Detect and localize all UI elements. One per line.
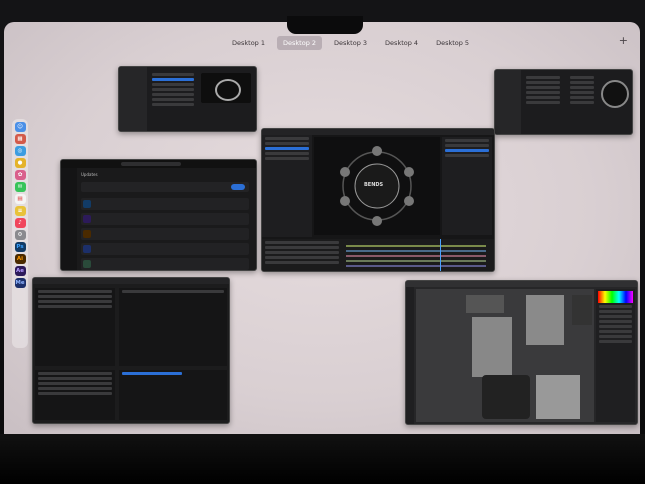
space-desktop-1[interactable]: Desktop 1 (226, 36, 271, 50)
me-media-browser (35, 288, 115, 366)
finder-preview-image (201, 73, 251, 103)
finder-sidebar (119, 67, 147, 131)
launchpad-icon[interactable]: ▦ (14, 134, 26, 144)
update-button[interactable] (231, 184, 245, 190)
add-space-button[interactable]: + (619, 34, 628, 47)
spaces-bar: Desktop 1 Desktop 2 Desktop 3 Desktop 4 … (226, 36, 475, 50)
finder-preview-window[interactable] (118, 66, 257, 132)
me-encoding-panel (119, 370, 227, 420)
creative-cloud-window[interactable]: Updates (60, 159, 257, 271)
camera-notch (287, 16, 363, 34)
cc-update-row (81, 182, 249, 192)
photoshop-icon[interactable]: Ps (14, 242, 26, 252)
ps-panels (596, 289, 635, 422)
ps-tools-panel (406, 287, 414, 424)
mission-control-screen: Desktop 1 Desktop 2 Desktop 3 Desktop 4 … (4, 22, 640, 434)
safari-icon[interactable]: ◎ (14, 146, 26, 156)
timeline-playhead[interactable] (440, 239, 441, 271)
ps-canvas[interactable] (416, 289, 594, 422)
messages-icon[interactable]: ✉ (14, 182, 26, 192)
cc-app-list (81, 198, 249, 270)
finder-sidebar (495, 70, 521, 134)
calendar-icon[interactable]: ▤ (14, 194, 26, 204)
ae-properties-panel (442, 137, 492, 235)
me-toolbar (33, 278, 229, 284)
media-encoder-icon[interactable]: Me (14, 278, 26, 288)
cc-search-bar[interactable] (121, 162, 181, 166)
settings-icon[interactable]: ⚙ (14, 230, 26, 240)
finder-file-list (523, 74, 563, 106)
space-desktop-3[interactable]: Desktop 3 (328, 36, 373, 50)
media-encoder-window[interactable] (32, 277, 230, 424)
artwork-text: BENDS (364, 182, 384, 188)
cc-updates-title: Updates (81, 172, 98, 177)
space-desktop-4[interactable]: Desktop 4 (379, 36, 424, 50)
finder-preview-image (601, 80, 629, 108)
ae-timeline[interactable] (262, 239, 494, 271)
finder-icon[interactable]: ☺ (14, 122, 26, 132)
ae-project-panel (262, 135, 312, 237)
after-effects-icon[interactable]: Ae (14, 266, 26, 276)
after-effects-window[interactable]: BENDS (261, 128, 495, 272)
space-desktop-5[interactable]: Desktop 5 (430, 36, 475, 50)
ps-swatches[interactable] (598, 291, 633, 303)
music-icon[interactable]: ♪ (14, 218, 26, 228)
notes-icon[interactable]: ≡ (14, 206, 26, 216)
me-preset-browser (35, 370, 115, 420)
me-queue-panel (119, 288, 227, 366)
finder-file-list (149, 71, 197, 108)
ae-composition-viewer[interactable]: BENDS (314, 137, 440, 235)
chrome-icon[interactable]: ● (14, 158, 26, 168)
cc-titlebar (61, 160, 256, 168)
cc-sidebar (61, 168, 77, 270)
finder-right-window[interactable] (494, 69, 633, 135)
ps-options-bar (406, 281, 637, 287)
space-desktop-2[interactable]: Desktop 2 (277, 36, 323, 50)
photos-icon[interactable]: ✿ (14, 170, 26, 180)
dock: ☺ ▦ ◎ ● ✿ ✉ ▤ ≡ ♪ ⚙ Ps Ai Ae Me (12, 119, 28, 348)
photoshop-window[interactable] (405, 280, 638, 425)
illustrator-icon[interactable]: Ai (14, 254, 26, 264)
laptop-bottom-bezel (0, 434, 645, 484)
finder-file-list-2 (567, 74, 597, 106)
